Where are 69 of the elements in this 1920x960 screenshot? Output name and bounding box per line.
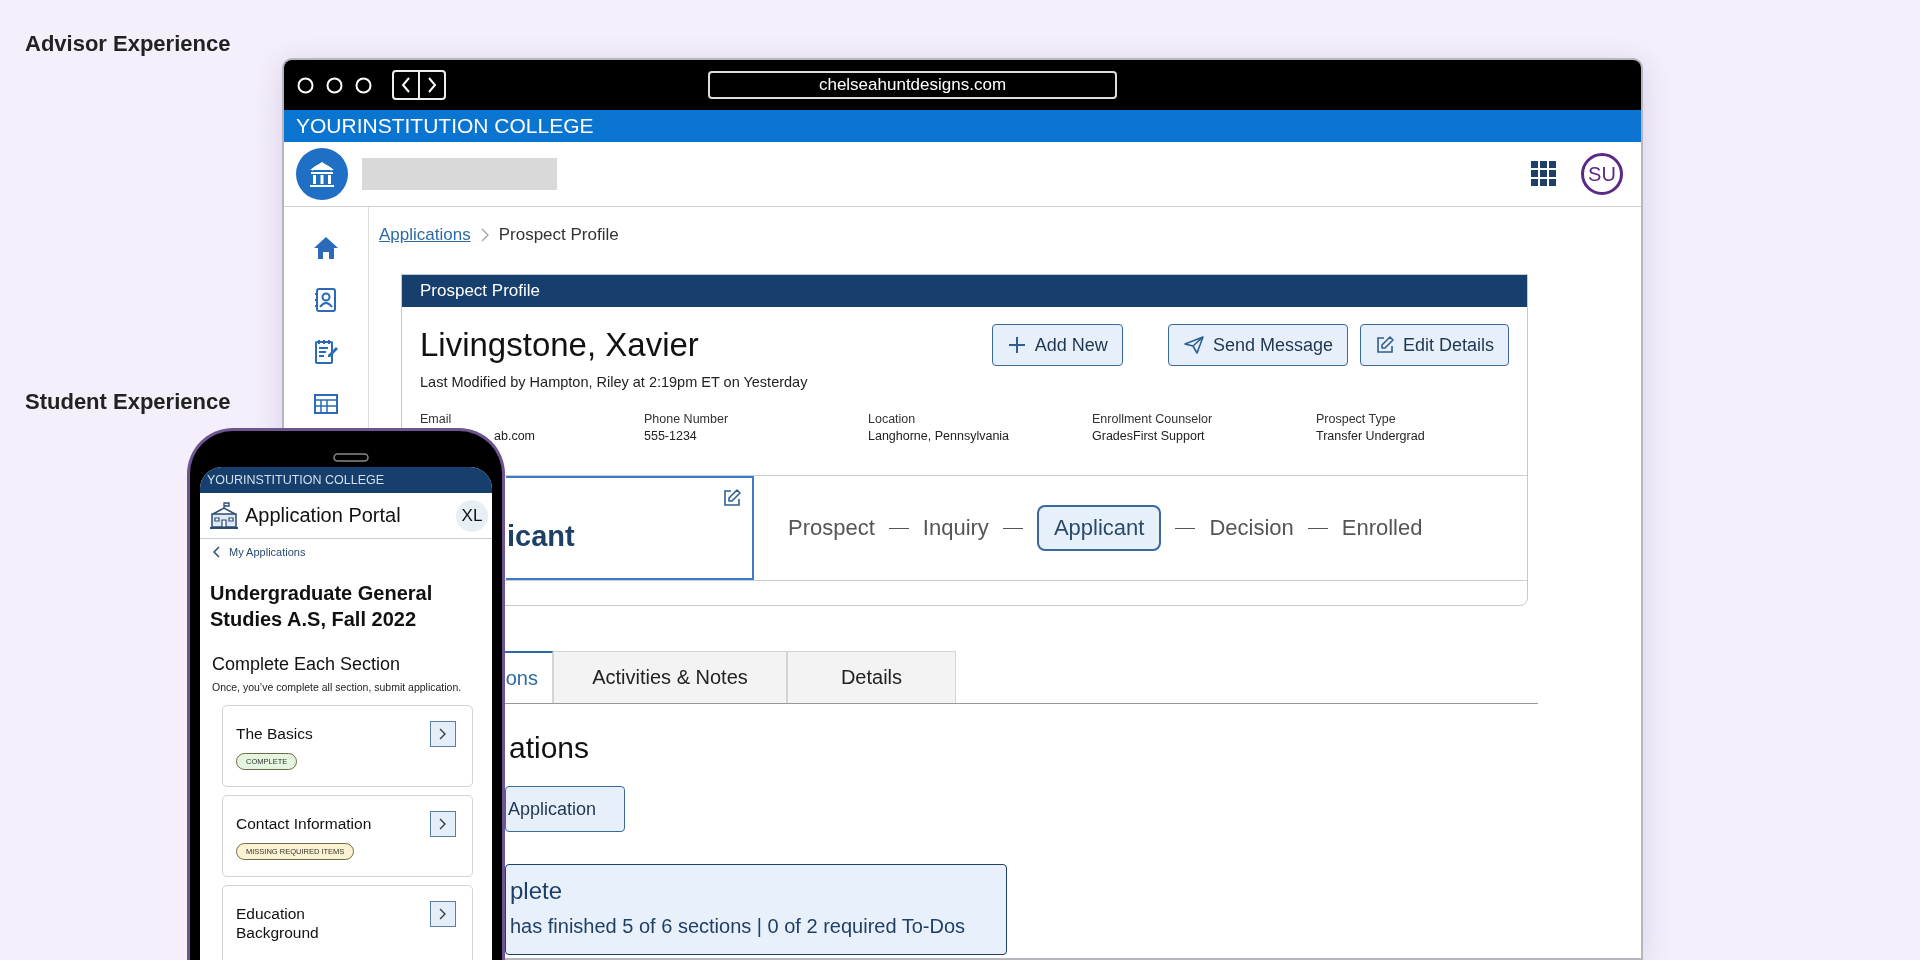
- status-summary: has finished 5 of 6 sections | 0 of 2 required To-Dos: [510, 915, 967, 938]
- portal-title: Application Portal: [245, 504, 402, 527]
- user-avatar[interactable]: XL: [456, 499, 488, 532]
- notepad-edit-icon[interactable]: [312, 338, 340, 366]
- window-control-icon[interactable]: [326, 76, 343, 94]
- open-section-button[interactable]: [430, 811, 456, 837]
- chevron-right-icon: [426, 76, 438, 94]
- program-title: Undergraduate General Studies A.S, Fall 2022: [209, 581, 434, 632]
- chevron-right-icon: [480, 228, 489, 242]
- action-button[interactable]: Edit Details: [1359, 324, 1509, 366]
- address-bar[interactable]: chelseahuntdesigns.com: [708, 71, 1117, 99]
- speaker-icon: [333, 453, 369, 462]
- section-heading: Complete Each Section: [211, 653, 402, 675]
- tab[interactable]: Activities & Notes: [553, 651, 787, 703]
- window-control-icon[interactable]: [355, 76, 372, 94]
- school-building-icon: [209, 500, 239, 531]
- section-title: Contact Information: [236, 814, 372, 833]
- stage-pill: Applicant: [1036, 505, 1162, 551]
- back-link[interactable]: My Applications: [200, 539, 492, 558]
- breadcrumb-current: Prospect Profile: [498, 225, 619, 245]
- field-label: Enrollment Counselor: [1092, 412, 1214, 426]
- section-label: Student Experience: [25, 389, 231, 415]
- home-icon[interactable]: [312, 234, 340, 262]
- stage-label: Prospect: [788, 515, 875, 541]
- paper-plane-icon: [1182, 335, 1205, 355]
- application-button[interactable]: Application: [505, 786, 626, 832]
- status-title: plete: [510, 877, 564, 905]
- chevron-right-icon: [439, 728, 447, 740]
- current-stage: icant: [507, 520, 575, 553]
- chevron-right-icon: [439, 818, 447, 830]
- tab[interactable]: ons: [505, 651, 553, 703]
- instructions-text: Once, you’ve complete all section, submit application.: [211, 680, 463, 693]
- institution-logo-icon[interactable]: [296, 148, 348, 200]
- section-label: Advisor Experience: [25, 31, 231, 57]
- institution-banner: YOURINSTITUTION COLLEGE: [200, 467, 492, 493]
- edit-icon: [1374, 335, 1395, 355]
- section-title: Education Background: [236, 904, 320, 942]
- field-value: 555-1234: [644, 429, 698, 443]
- field-value: GradesFirst Support: [1092, 429, 1206, 443]
- tab[interactable]: Details: [787, 651, 956, 703]
- field-label: Email: [420, 412, 453, 426]
- field-value: Langhorne, Pennsylvania: [868, 429, 1011, 443]
- field-label: Location: [868, 412, 917, 426]
- card-header: Prospect Profile: [402, 275, 1527, 307]
- plus-icon: [1006, 335, 1027, 355]
- action-button[interactable]: Add New: [991, 324, 1123, 366]
- chevron-left-icon: [213, 546, 220, 558]
- section-title: The Basics: [236, 724, 313, 743]
- field-label: Prospect Type: [1316, 412, 1397, 426]
- stage-label: Enrolled: [1341, 515, 1423, 541]
- action-button[interactable]: Send Message: [1167, 324, 1348, 366]
- breadcrumb-link[interactable]: Applications: [379, 225, 471, 245]
- open-section-button[interactable]: [430, 901, 456, 927]
- field-value: Transfer Undergrad: [1316, 429, 1426, 443]
- institution-banner: YOURINSTITUTION COLLEGE: [284, 110, 1641, 142]
- chevron-left-icon: [400, 76, 412, 94]
- open-section-button[interactable]: [430, 721, 456, 747]
- window-control-icon[interactable]: [297, 76, 314, 94]
- section-title: ations: [509, 730, 590, 766]
- field-value: ab.com: [494, 429, 536, 443]
- field-label: Phone Number: [644, 412, 730, 426]
- edit-icon: [722, 488, 742, 508]
- stage-label: Decision: [1209, 515, 1294, 541]
- app-grid-icon[interactable]: [1531, 161, 1557, 187]
- chevron-right-icon: [439, 908, 447, 920]
- user-avatar[interactable]: SU: [1581, 153, 1623, 195]
- last-modified-text: Last Modified by Hampton, Riley at 2:19pm ET on Yesterday: [420, 374, 809, 390]
- stage-label: Inquiry: [922, 515, 989, 541]
- prospect-name: Livingstone, Xavier: [420, 326, 700, 364]
